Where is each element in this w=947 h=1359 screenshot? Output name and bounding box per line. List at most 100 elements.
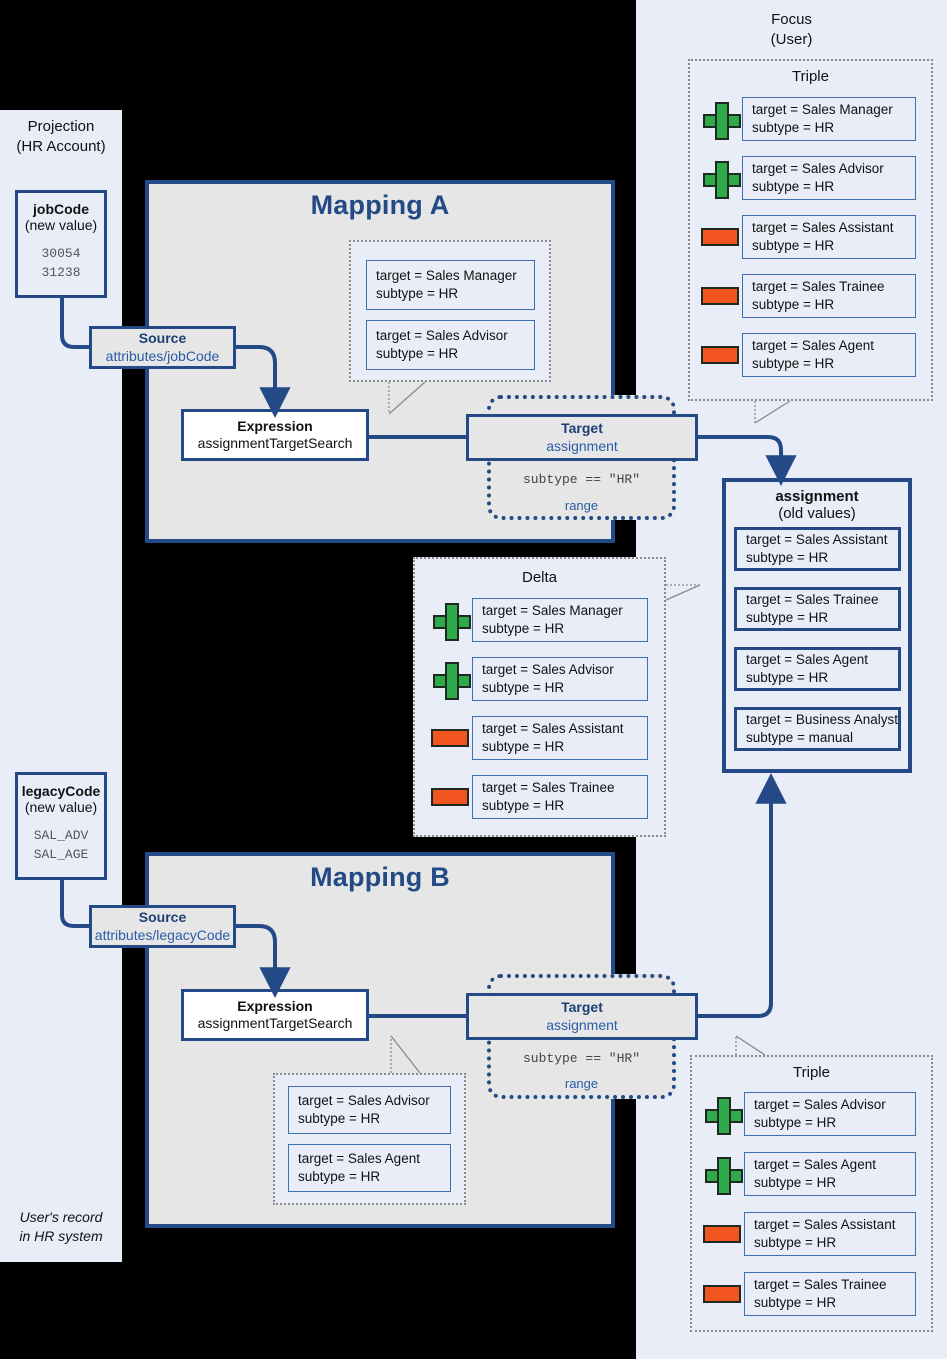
list-item[interactable]: target = Sales Agent subtype = HR xyxy=(698,333,926,377)
list-item[interactable]: target = Sales Trainee subtype = HR xyxy=(698,274,926,318)
item-subtype: subtype = HR xyxy=(752,356,835,371)
list-item[interactable]: target = Sales Advisor subtype = HR xyxy=(698,156,926,200)
legacycode-value-box: legacyCode (new value) SAL_ADV SAL_AGE xyxy=(15,772,107,880)
mapping-b-target-subtitle: assignment xyxy=(546,1016,618,1033)
mapping-a-expression-node[interactable]: Expression assignmentTargetSearch xyxy=(181,409,369,461)
item-target: target = Sales Advisor xyxy=(482,662,614,678)
item-subtype: subtype = HR xyxy=(754,1175,837,1190)
item-target: target = Sales Advisor xyxy=(754,1097,886,1113)
mapping-a-callout-items: target = Sales Manager subtype = HR target… xyxy=(366,260,535,380)
triple-item-box: target = Sales Trainee subtype = HR xyxy=(742,274,916,318)
item-target: target = Sales Manager xyxy=(752,102,893,118)
minus-icon xyxy=(701,228,739,246)
value-item-box: target = Sales Manager subtype = HR xyxy=(366,260,535,310)
mapping-b-title: Mapping B xyxy=(310,862,450,892)
mapping-a-range-label: range xyxy=(564,498,599,513)
mapping-b-expression-title: Expression xyxy=(237,997,313,1014)
item-target: target = Sales Trainee xyxy=(482,780,615,796)
list-item[interactable]: target = Sales Assistant subtype = HR xyxy=(428,716,658,760)
mapping-b-expression-node[interactable]: Expression assignmentTargetSearch xyxy=(181,989,369,1041)
plus-icon xyxy=(705,1157,743,1195)
triple-item-box: target = Sales Assistant subtype = HR xyxy=(742,215,916,259)
triple-item-box: target = Sales Agent subtype = HR xyxy=(744,1152,916,1196)
list-item[interactable]: target = Sales Assistant subtype = HR xyxy=(700,1212,926,1256)
item-subtype: subtype = HR xyxy=(482,680,565,695)
list-item[interactable]: target = Sales Agent subtype = HR xyxy=(700,1152,926,1196)
legacycode-name: legacyCode xyxy=(21,783,101,799)
mapping-b-target-title: Target xyxy=(561,999,603,1015)
item-subtype: subtype = HR xyxy=(754,1235,837,1250)
triple-top-items: target = Sales Manager subtype = HR target… xyxy=(698,97,926,392)
value-item-box: target = Sales Assistant subtype = HR xyxy=(734,527,901,571)
triple-bottom-title: Triple xyxy=(793,1064,830,1081)
assignment-qualifier: (old values) xyxy=(778,505,856,522)
triple-item-box: target = Sales Advisor subtype = HR xyxy=(472,657,648,701)
item-subtype: subtype = HR xyxy=(752,179,835,194)
item-subtype: subtype = HR xyxy=(482,621,565,636)
item-target: target = Sales Advisor xyxy=(298,1093,430,1109)
minus-icon xyxy=(703,1225,741,1243)
triple-item-box: target = Sales Manager subtype = HR xyxy=(742,97,916,141)
value-item-box: target = Sales Advisor subtype = HR xyxy=(366,320,535,370)
triple-item-box: target = Sales Assistant subtype = HR xyxy=(744,1212,916,1256)
minus-icon xyxy=(431,788,469,806)
item-subtype: subtype = HR xyxy=(482,798,565,813)
item-target: target = Sales Assistant xyxy=(752,220,894,236)
diagram-canvas: Projection (HR Account) jobCode (new val… xyxy=(0,0,947,1359)
mapping-a-source-subtitle: attributes/jobCode xyxy=(105,347,220,364)
item-target: target = Sales Agent xyxy=(746,652,868,668)
delta-title: Delta xyxy=(521,569,558,586)
item-subtype: subtype = manual xyxy=(746,730,853,745)
mapping-a-target-title: Target xyxy=(561,420,603,436)
assignment-items: target = Sales Assistant subtype = HR targ… xyxy=(734,527,901,767)
value-item-box: target = Sales Agent subtype = HR xyxy=(288,1144,451,1192)
item-target: target = Sales Assistant xyxy=(746,532,888,548)
legacycode-qualifier: (new value) xyxy=(24,799,98,815)
plus-icon xyxy=(433,662,471,700)
value-item-box: target = Sales Agent subtype = HR xyxy=(734,647,901,691)
triple-item-box: target = Sales Assistant subtype = HR xyxy=(472,716,648,760)
jobcode-value-box: jobCode (new value) 30054 31238 xyxy=(15,190,107,298)
plus-icon xyxy=(705,1097,743,1135)
projection-footnote-line2: in HR system xyxy=(19,1227,103,1244)
mapping-a-target-subtitle: assignment xyxy=(546,437,618,454)
item-subtype: subtype = HR xyxy=(376,286,459,301)
mapping-a-title: Mapping A xyxy=(310,190,450,220)
triple-item-box: target = Sales Manager subtype = HR xyxy=(472,598,648,642)
jobcode-name: jobCode xyxy=(33,201,89,217)
minus-icon xyxy=(703,1285,741,1303)
mapping-b-callout-items: target = Sales Advisor subtype = HR target… xyxy=(288,1086,451,1202)
mapping-b-range-condition: subtype == "HR" xyxy=(522,1051,641,1066)
triple-item-box: target = Sales Trainee subtype = HR xyxy=(744,1272,916,1316)
mapping-a-expression-title: Expression xyxy=(237,417,313,434)
triple-item-box: target = Sales Trainee subtype = HR xyxy=(472,775,648,819)
mapping-a-target-node[interactable]: Target assignment xyxy=(466,414,698,461)
list-item[interactable]: target = Sales Advisor subtype = HR xyxy=(700,1092,926,1136)
list-item[interactable]: target = Sales Manager subtype = HR xyxy=(428,598,658,642)
mapping-a-source-node[interactable]: Source attributes/jobCode xyxy=(89,326,236,369)
list-item[interactable]: target = Sales Advisor subtype = HR xyxy=(428,657,658,701)
mapping-b-source-subtitle: attributes/legacyCode xyxy=(94,926,231,943)
minus-icon xyxy=(431,729,469,747)
item-target: target = Sales Advisor xyxy=(752,161,884,177)
item-subtype: subtype = HR xyxy=(754,1115,837,1130)
list-item[interactable]: target = Sales Trainee subtype = HR xyxy=(700,1272,926,1316)
item-target: target = Sales Assistant xyxy=(482,721,624,737)
legacycode-values: SAL_ADV SAL_AGE xyxy=(33,828,89,862)
mapping-b-source-node[interactable]: Source attributes/legacyCode xyxy=(89,905,236,948)
projection-title-line2: (HR Account) xyxy=(16,137,106,155)
list-item[interactable]: target = Sales Trainee subtype = HR xyxy=(428,775,658,819)
delta-items: target = Sales Manager subtype = HR target… xyxy=(428,598,658,834)
projection-title: Projection (HR Account) xyxy=(0,117,122,156)
minus-icon xyxy=(701,287,739,305)
item-target: target = Sales Advisor xyxy=(376,328,508,344)
focus-title: Focus (User) xyxy=(636,10,947,49)
mapping-b-source-title: Source xyxy=(138,909,187,925)
list-item[interactable]: target = Sales Manager subtype = HR xyxy=(698,97,926,141)
mapping-b-target-node[interactable]: Target assignment xyxy=(466,993,698,1040)
mapping-b-expression-subtitle: assignmentTargetSearch xyxy=(197,1015,353,1031)
list-item[interactable]: target = Sales Assistant subtype = HR xyxy=(698,215,926,259)
value-item-box: target = Sales Advisor subtype = HR xyxy=(288,1086,451,1134)
item-target: target = Sales Trainee xyxy=(746,592,879,608)
jobcode-values: 30054 31238 xyxy=(41,246,81,280)
